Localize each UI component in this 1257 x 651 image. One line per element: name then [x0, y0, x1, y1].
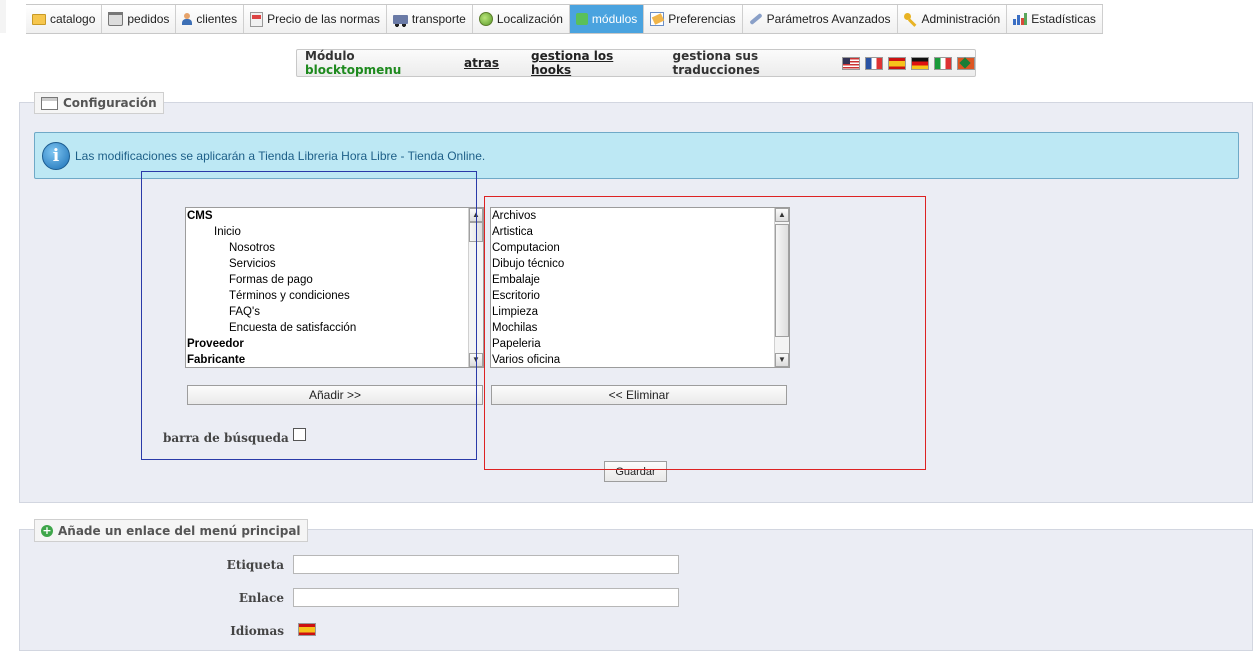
tab-preferencias[interactable]: Preferencias	[644, 5, 743, 33]
wrench-icon	[748, 12, 763, 26]
price-rules-icon	[250, 11, 264, 27]
tab-list: catalogo pedidos clientes Precio de las …	[26, 4, 1103, 34]
link-field-label: Enlace	[238, 591, 284, 605]
tab-label: catalogo	[50, 12, 96, 26]
module-name: blocktopmenu	[305, 63, 402, 77]
window-icon	[41, 96, 58, 110]
add-icon: +	[41, 523, 53, 537]
language-flags	[842, 56, 975, 70]
top-nav-bar: catalogo pedidos clientes Precio de las …	[0, 0, 1257, 34]
configuration-legend: Configuración	[34, 92, 164, 114]
label-input[interactable]	[293, 555, 679, 574]
back-link[interactable]: atras	[464, 56, 499, 70]
stats-icon	[1013, 13, 1028, 25]
tab-precio-normas[interactable]: Precio de las normas	[244, 5, 387, 33]
tab-label: clientes	[196, 12, 238, 26]
info-icon: i	[42, 141, 70, 170]
module-prefix: Módulo	[305, 49, 355, 63]
tab-parametros-avanzados[interactable]: Parámetros Avanzados	[742, 5, 898, 33]
tab-modulos[interactable]: módulos	[569, 5, 645, 33]
globe-icon	[478, 12, 493, 26]
add-link-legend: + Añade un enlace del menú principal	[34, 519, 308, 542]
left-edge	[0, 0, 6, 33]
puzzle-icon	[575, 13, 588, 25]
tab-clientes[interactable]: clientes	[176, 5, 245, 33]
module-title: Módulo blocktopmenu	[305, 49, 442, 77]
tab-label: Precio de las normas	[267, 12, 380, 26]
flag-other-icon[interactable]	[957, 56, 975, 70]
tab-label: Parámetros Avanzados	[766, 12, 891, 26]
tab-label: Estadísticas	[1031, 12, 1096, 26]
tab-label: Localización	[496, 12, 563, 26]
flag-fr-icon[interactable]	[865, 56, 883, 70]
configuration-legend-text: Configuración	[63, 96, 157, 110]
tab-catalogo[interactable]: catalogo	[26, 5, 103, 33]
tab-pedidos[interactable]: pedidos	[102, 5, 177, 33]
manage-hooks-link[interactable]: gestiona los hooks	[531, 49, 646, 77]
link-input[interactable]	[293, 588, 679, 607]
highlight-box-red	[484, 196, 926, 470]
tab-label: Preferencias	[668, 12, 736, 26]
info-message-text: Las modificaciones se aplicarán a Tienda…	[75, 148, 486, 163]
cart-icon	[108, 12, 124, 26]
label-field-label: Etiqueta	[226, 558, 284, 572]
module-toolbar: Módulo blocktopmenu atras gestiona los h…	[296, 49, 976, 77]
key-icon	[903, 13, 918, 25]
flag-de-icon[interactable]	[911, 56, 929, 70]
add-link-fieldset: + Añade un enlace del menú principal Eti…	[19, 519, 1253, 651]
highlight-box-blue	[141, 171, 477, 460]
preferences-icon	[650, 12, 665, 26]
flag-es-icon[interactable]	[888, 56, 906, 70]
flag-it-icon[interactable]	[934, 56, 952, 70]
tab-transporte[interactable]: transporte	[386, 5, 473, 33]
languages-field-label: Idiomas	[230, 624, 284, 638]
flag-en-icon[interactable]	[842, 56, 860, 70]
tab-localizacion[interactable]: Localización	[472, 5, 570, 33]
tab-label: módulos	[591, 12, 638, 26]
tab-administracion[interactable]: Administración	[897, 5, 1008, 33]
tab-label: pedidos	[127, 12, 170, 26]
tab-estadisticas[interactable]: Estadísticas	[1007, 5, 1103, 33]
user-icon	[182, 13, 193, 25]
translations-label: gestiona sus traducciones	[672, 49, 760, 77]
folder-icon	[32, 13, 46, 25]
tab-label: Administración	[921, 12, 1001, 26]
add-link-legend-text: Añade un enlace del menú principal	[58, 523, 301, 538]
tab-label: transporte	[411, 12, 466, 26]
truck-icon	[392, 14, 408, 27]
